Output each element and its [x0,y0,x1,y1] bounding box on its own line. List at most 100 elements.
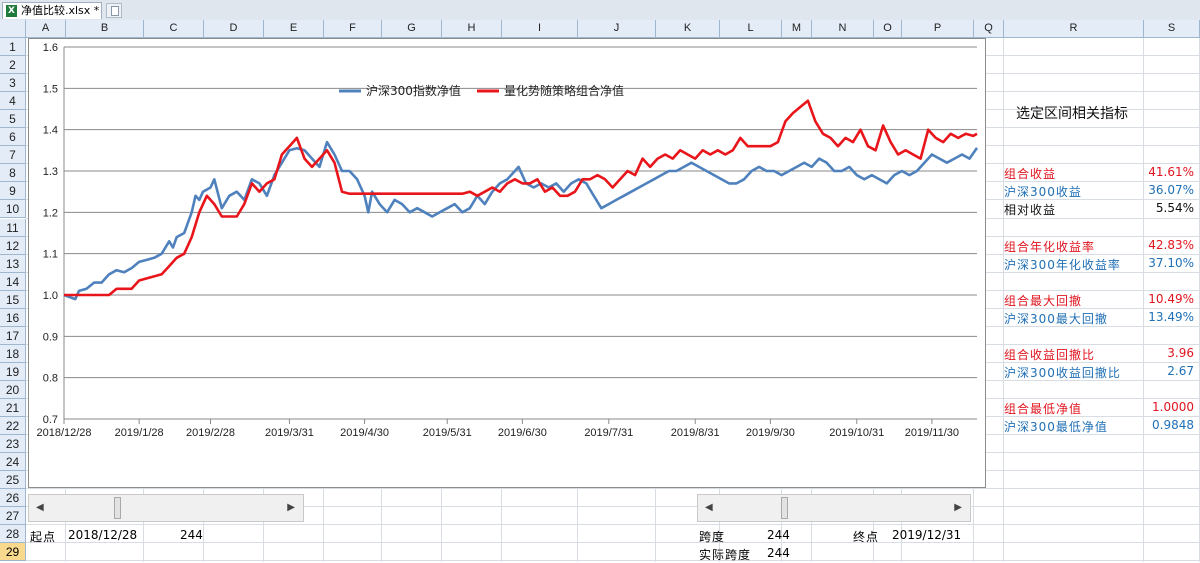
row-header-8[interactable]: 8 [0,164,26,183]
column-header-m[interactable]: M [782,20,812,38]
metric-label: 组合最低净值 [1004,402,1083,416]
metric-label: 沪深300最低净值 [1004,420,1108,435]
row-header-5[interactable]: 5 [0,110,26,129]
row-header-26[interactable]: 26 [0,489,26,508]
column-header-i[interactable]: I [502,20,578,38]
row-header-18[interactable]: 18 [0,344,26,363]
metric-label: 沪深300最大回撤 [1004,311,1108,326]
column-header-d[interactable]: D [204,20,264,38]
row-header-25[interactable]: 25 [0,471,26,490]
column-header-r[interactable]: R [1004,20,1144,38]
row-header-7[interactable]: 7 [0,146,26,165]
metric-label: 组合收益回撤比 [1004,347,1096,362]
column-header-a[interactable]: A [26,20,66,38]
y-tick-label: 0.9 [43,331,58,343]
grid-line [26,542,1200,544]
row-header-23[interactable]: 23 [0,435,26,454]
new-document-icon[interactable] [106,3,122,18]
start-date-cell[interactable]: 2018/12/28 [68,528,137,542]
scroll-left-icon[interactable]: ◀ [705,502,713,513]
row-header-17[interactable]: 17 [0,326,26,345]
metric-value[interactable]: 10.49% [1148,292,1194,306]
column-header-p[interactable]: P [902,20,974,38]
row-header-15[interactable]: 15 [0,290,26,309]
x-tick-label: 2019/6/30 [498,427,547,439]
grid-line [1143,38,1144,562]
metric-value[interactable]: 13.49% [1148,310,1194,324]
column-header-l[interactable]: L [720,20,782,38]
column-header-b[interactable]: B [66,20,144,38]
row-header-2[interactable]: 2 [0,56,26,75]
row-header-4[interactable]: 4 [0,92,26,111]
metric-label: 组合收益 [1004,167,1057,182]
metric-label: 沪深300年化收益率 [1004,257,1121,272]
row-header-9[interactable]: 9 [0,182,26,201]
end-scrollbar[interactable]: ◀ ▶ [697,494,971,522]
y-tick-label: 1.6 [43,42,58,54]
start-label: 起点 [30,530,57,544]
row-header-19[interactable]: 19 [0,362,26,381]
column-header-g[interactable]: G [382,20,442,38]
column-header-s[interactable]: S [1144,20,1200,38]
scroll-right-icon[interactable]: ▶ [287,502,295,513]
metric-value[interactable]: 5.54% [1156,201,1194,215]
column-header-n[interactable]: N [812,20,874,38]
metric-label: 相对收益 [1004,203,1057,218]
column-header-q[interactable]: Q [974,20,1004,38]
metric-label: 组合年化收益率 [1004,239,1096,254]
metric-value[interactable]: 42.83% [1148,238,1194,252]
y-tick-label: 0.8 [43,373,58,385]
x-tick-label: 2019/5/31 [423,427,472,439]
metric-value[interactable]: 0.9848 [1152,418,1194,432]
row-header-14[interactable]: 14 [0,272,26,291]
column-header-c[interactable]: C [144,20,204,38]
row-header-28[interactable]: 28 [0,525,26,544]
end-date-cell[interactable]: 2019/12/31 [892,528,961,542]
row-header-1[interactable]: 1 [0,38,26,57]
actual-span-value-cell[interactable]: 244 [767,546,790,560]
start-value-cell[interactable]: 244 [180,528,203,542]
scroll-left-icon[interactable]: ◀ [36,502,44,513]
row-header-3[interactable]: 3 [0,74,26,93]
row-header-21[interactable]: 21 [0,399,26,418]
span-value-cell[interactable]: 244 [767,528,790,542]
row-header-27[interactable]: 27 [0,507,26,526]
metric-value[interactable]: 2.67 [1167,364,1194,378]
row-header-10[interactable]: 10 [0,200,26,219]
metric-value[interactable]: 41.61% [1148,165,1194,179]
column-header-j[interactable]: J [578,20,656,38]
row-header-16[interactable]: 16 [0,308,26,327]
column-header-h[interactable]: H [442,20,502,38]
row-header-13[interactable]: 13 [0,254,26,273]
row-header-11[interactable]: 11 [0,218,26,237]
grid-line [26,560,1200,562]
row-header-6[interactable]: 6 [0,128,26,147]
row-header-29[interactable]: 29 [0,543,26,562]
series-line-1 [63,140,979,301]
line-chart[interactable]: 1.6 1.5 1.4 1.3 1.2 1.1 1.0 0.9 0.8 0.7 2018/12/28… [28,38,986,488]
metric-value[interactable]: 3.96 [1167,346,1194,360]
workbook-tab-title: 净值比较.xlsx * [21,4,100,17]
row-header-12[interactable]: 12 [0,236,26,255]
column-header-e[interactable]: E [264,20,324,38]
row-header-24[interactable]: 24 [0,453,26,472]
scroll-thumb[interactable] [114,497,121,519]
metric-label: 沪深300收益 [1004,185,1082,200]
column-header-f[interactable]: F [324,20,382,38]
scroll-thumb[interactable] [781,497,788,519]
tab-bar: X 净值比较.xlsx * [0,0,1200,21]
metric-value[interactable]: 36.07% [1148,183,1194,197]
column-header-o[interactable]: O [874,20,902,38]
column-header-k[interactable]: K [656,20,720,38]
row-header-20[interactable]: 20 [0,380,26,399]
start-scrollbar[interactable]: ◀ ▶ [28,494,304,522]
metric-value[interactable]: 37.10% [1148,256,1194,270]
x-tick-label: 2019/10/31 [829,427,884,439]
legend-label: 量化势随策略组合净值 [504,83,624,98]
workbook-tab[interactable]: X 净值比较.xlsx * [2,2,102,19]
spreadsheet[interactable]: ABCDEFGHIJKLMNOPQRS 1 2 3 4 5 6 7 8 9 10 11 12 13 14 1… [0,20,1200,562]
metric-value[interactable]: 1.0000 [1152,400,1194,414]
scroll-right-icon[interactable]: ▶ [954,502,962,513]
row-header-22[interactable]: 22 [0,417,26,436]
select-all-corner[interactable] [0,20,26,38]
